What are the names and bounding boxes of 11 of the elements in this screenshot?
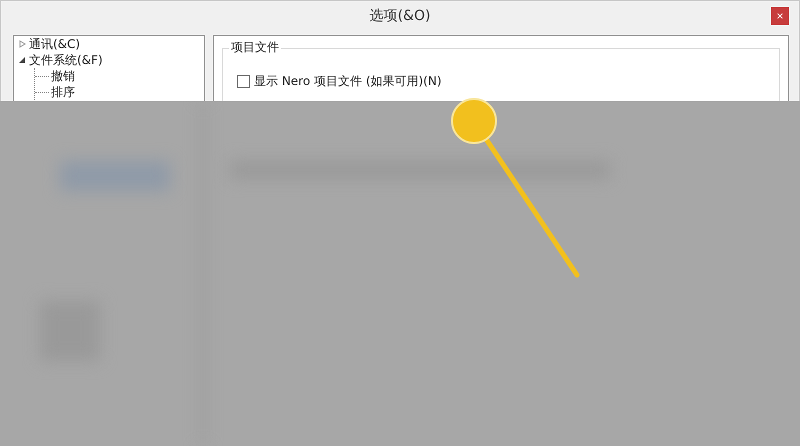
close-button[interactable]: × (771, 7, 789, 25)
window-title: 选项(&O) (370, 7, 430, 25)
tree-item[interactable]: 文件系统(&F) (29, 52, 103, 68)
tree-item[interactable]: 通讯(&C) (29, 36, 80, 52)
checkbox[interactable] (237, 75, 250, 88)
tree-item[interactable]: 撤销 (51, 68, 75, 84)
group-title: 项目文件 (229, 39, 281, 56)
expanded-arrow-icon[interactable] (18, 56, 26, 64)
collapsed-arrow-icon[interactable] (18, 40, 26, 48)
tree-item[interactable]: 排序 (51, 84, 75, 100)
checkbox-label[interactable]: 显示 Nero 项目文件 (如果可用)(N) (254, 73, 442, 90)
